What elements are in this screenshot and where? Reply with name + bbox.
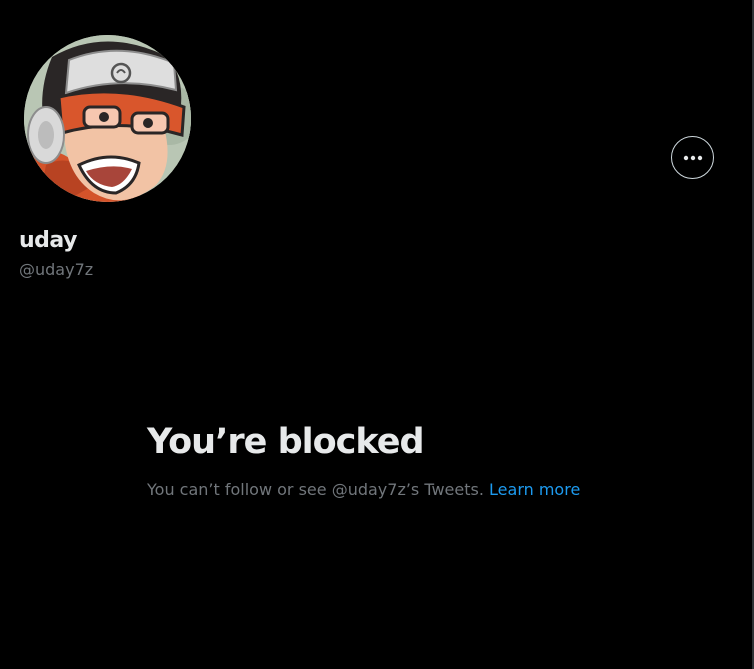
more-horizontal-icon: [683, 155, 702, 160]
anime-avatar-icon: [24, 35, 191, 202]
blocked-message-line: You can’t follow or see @uday7z’s Tweets…: [147, 480, 580, 499]
more-options-button[interactable]: [671, 136, 714, 179]
profile-handle: @uday7z: [19, 260, 94, 279]
learn-more-link[interactable]: Learn more: [489, 480, 580, 499]
blocked-message: You can’t follow or see @uday7z’s Tweets…: [147, 480, 484, 499]
profile-page: uday @uday7z You’re blocked You can’t fo…: [0, 0, 754, 669]
blocked-title: You’re blocked: [147, 422, 425, 462]
profile-display-name: uday: [19, 228, 77, 253]
profile-avatar[interactable]: [24, 35, 191, 202]
